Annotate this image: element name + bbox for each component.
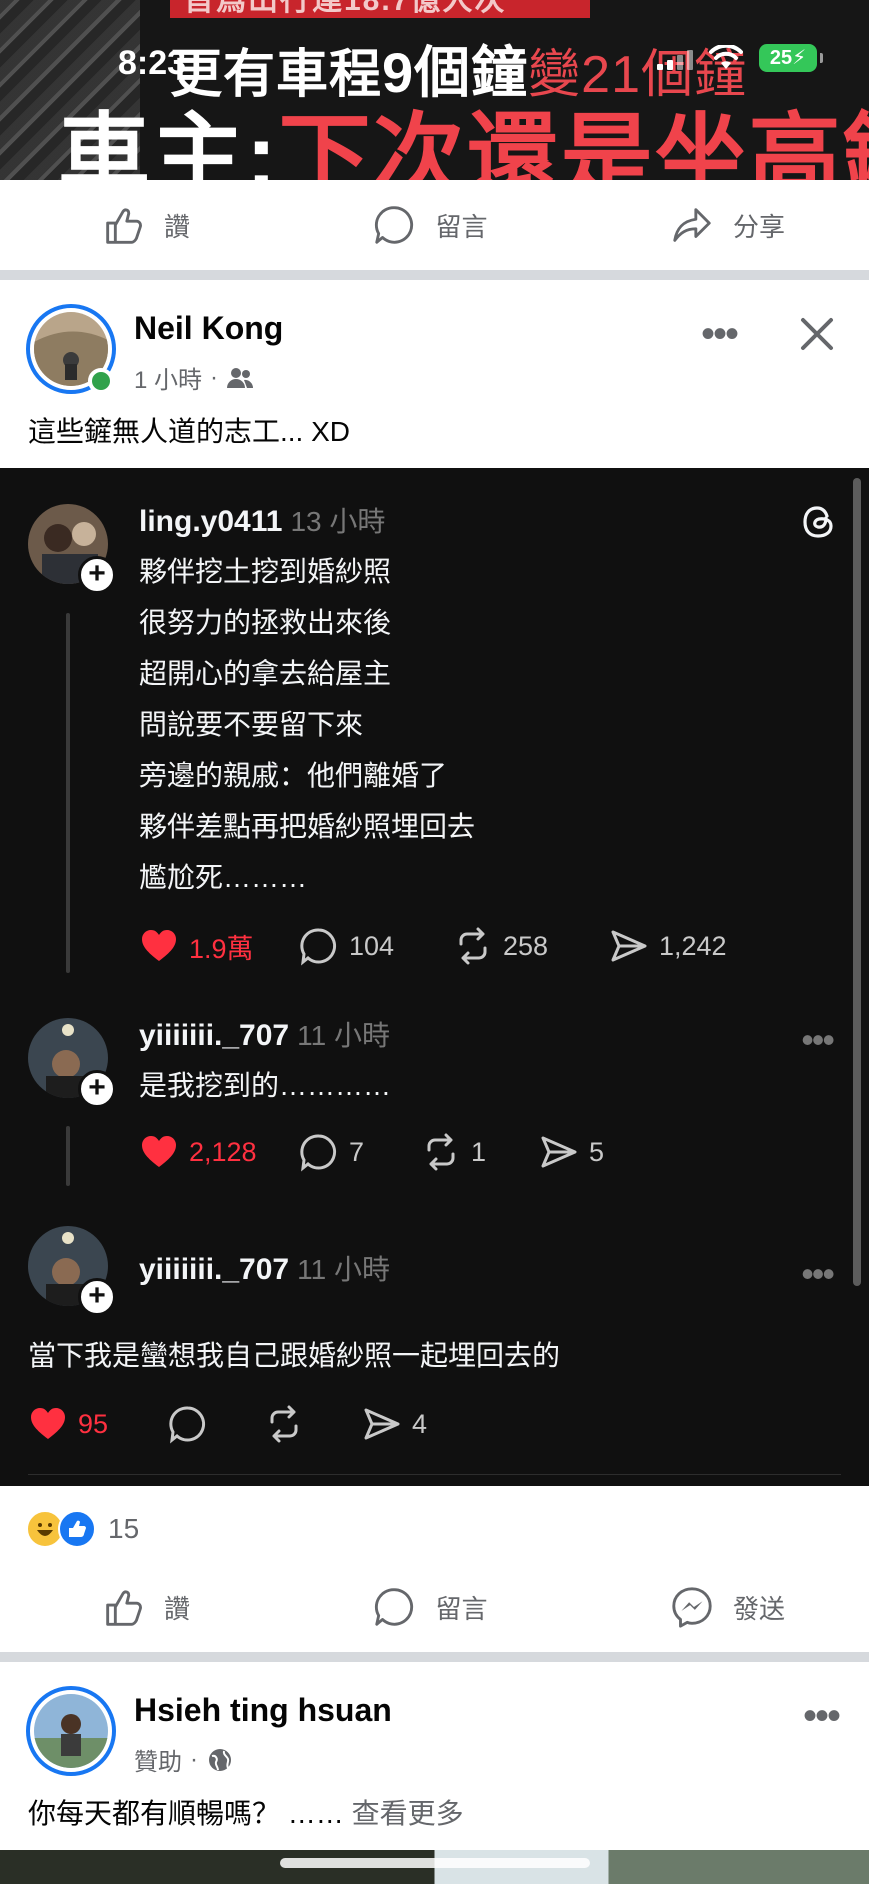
post-caption: 這些鏟無人道的志工... XD (28, 416, 351, 447)
repost-icon (459, 927, 487, 965)
comment-button[interactable]: 留言 (371, 1584, 488, 1630)
status-time: 8:23 (118, 44, 187, 82)
threads-send-button[interactable]: 5 (539, 1132, 604, 1172)
banner-top-strip: 首爲山行達18.7億人次 (170, 0, 590, 18)
threads-reply-text: 是我挖到的………… (139, 1070, 392, 1101)
thumbs-up-icon (106, 1590, 142, 1626)
threads-reply-button[interactable]: 7 (299, 1132, 421, 1172)
post-action-bar: 讚 留言 發送 (0, 1562, 869, 1652)
globe-public-icon (209, 1748, 231, 1771)
send-paper-plane-icon (541, 1136, 577, 1168)
wifi-icon (709, 45, 743, 69)
threads-like-button[interactable]: 95 (28, 1404, 168, 1444)
heart-filled-icon (142, 930, 176, 961)
threads-post-line: 問說要不要留下來 (139, 709, 364, 740)
post-action-bar: 讚 留言 分享 (0, 180, 869, 270)
threads-repost-button[interactable]: 1 (421, 1132, 539, 1172)
post-author-name[interactable]: Hsieh ting hsuan (134, 1692, 392, 1729)
comment-button[interactable]: 留言 (371, 202, 488, 248)
thread-connector-line (66, 1126, 70, 1186)
post-author-name[interactable]: Neil Kong (134, 310, 283, 347)
news-banner-image[interactable]: 首爲山行達18.7億人次 更有車程9個鐘變21個鐘 車主:下次還是坐高鐵 (0, 0, 869, 180)
see-more-link[interactable]: 查看更多 (352, 1798, 464, 1829)
friends-audience-icon (227, 367, 254, 388)
repost-icon (427, 1133, 455, 1171)
feed-divider (0, 1652, 869, 1662)
like-reaction-icon (58, 1510, 96, 1548)
reaction-count: 15 (108, 1513, 140, 1544)
comment-icon (375, 206, 414, 244)
threads-reply-actions: 2,128 7 1 5 (139, 1132, 604, 1172)
threads-username[interactable]: yiiiiiii._707 11 小時 (139, 1014, 390, 1054)
threads-username[interactable]: yiiiiiii._707 11 小時 (139, 1248, 390, 1288)
threads-post-line: 夥伴挖土挖到婚紗照 (139, 556, 392, 587)
comment-icon (375, 1588, 414, 1626)
reactions-summary[interactable]: 15 (26, 1510, 139, 1548)
repost-icon (270, 1405, 298, 1443)
threads-like-button[interactable]: 1.9萬 (139, 926, 263, 966)
post-time[interactable]: 1 小時 (134, 360, 202, 395)
threads-username[interactable]: ling.y0411 13 小時 (139, 500, 385, 540)
reply-bubble-icon (300, 928, 337, 966)
like-button[interactable]: 讚 (100, 1584, 190, 1630)
threads-logo-icon (803, 506, 833, 538)
sponsored-label[interactable]: 贊助 (134, 1742, 182, 1777)
follow-plus-icon[interactable]: + (78, 556, 116, 594)
thumbs-up-icon (106, 208, 142, 244)
heart-filled-icon (31, 1408, 65, 1439)
battery-icon: 25⚡ (759, 44, 823, 72)
follow-plus-icon[interactable]: + (78, 1278, 116, 1316)
threads-post-actions: 1.9萬 104 258 1,242 (139, 926, 727, 966)
post-header: Neil Kong 1 小時 · ••• (0, 304, 869, 404)
threads-screenshot[interactable]: + ling.y0411 13 小時 夥伴挖土挖到婚紗照 很努力的拯救出來後 超開… (0, 468, 869, 1486)
banner-headline: 車主:下次還是坐高鐵 (58, 106, 869, 180)
post-meta: 贊助 · (134, 1742, 234, 1777)
like-button[interactable]: 讚 (100, 202, 190, 248)
threads-repost-button[interactable] (264, 1404, 362, 1444)
home-indicator[interactable] (280, 1858, 590, 1868)
more-options-icon[interactable]: ••• (803, 1696, 841, 1736)
post-caption: 你每天都有順暢嗎？ …… 查看更多 (28, 1798, 464, 1829)
scrollbar[interactable] (853, 478, 861, 1286)
threads-reply-button[interactable]: 104 (299, 926, 453, 966)
more-options-icon[interactable]: ••• (701, 314, 739, 354)
threads-reply-text: 當下我是蠻想我自己跟婚紗照一起埋回去的 (28, 1340, 561, 1371)
share-arrow-icon (673, 208, 711, 242)
reply-bubble-icon (300, 1134, 337, 1172)
messenger-icon (672, 1587, 712, 1628)
threads-reply-button[interactable] (168, 1404, 264, 1444)
threads-send-button[interactable]: 1,242 (609, 926, 727, 966)
threads-post-line: 超開心的拿去給屋主 (139, 658, 392, 689)
send-paper-plane-icon (611, 930, 647, 962)
threads-like-button[interactable]: 2,128 (139, 1132, 263, 1172)
close-icon[interactable] (795, 312, 839, 356)
online-status-dot (88, 368, 114, 394)
author-avatar[interactable] (26, 1686, 116, 1776)
share-button[interactable]: 分享 (669, 202, 785, 248)
threads-post-line: 尷尬死……… (139, 862, 308, 893)
follow-plus-icon[interactable]: + (78, 1070, 116, 1108)
send-messenger-button[interactable]: 發送 (669, 1584, 785, 1630)
threads-post-line: 夥伴差點再把婚紗照埋回去 (139, 811, 476, 842)
cellular-signal-icon (657, 46, 693, 70)
threads-repost-button[interactable]: 258 (453, 926, 609, 966)
reply-more-options-icon[interactable]: ••• (801, 1256, 835, 1292)
feed-divider (0, 270, 869, 280)
reply-bubble-icon (169, 1406, 206, 1444)
send-paper-plane-icon (364, 1408, 400, 1440)
threads-reply-actions: 95 4 (28, 1404, 427, 1444)
post-header: Hsieh ting hsuan 贊助 · ••• (0, 1686, 869, 1786)
heart-filled-icon (142, 1136, 176, 1167)
reply-more-options-icon[interactable]: ••• (801, 1022, 835, 1058)
threads-post-line: 很努力的拯救出來後 (139, 607, 392, 638)
post-meta: 1 小時 · (134, 360, 254, 395)
threads-separator (28, 1474, 841, 1475)
thread-connector-line (66, 613, 70, 973)
status-icons: 25⚡ (657, 44, 823, 72)
threads-send-button[interactable]: 4 (362, 1404, 427, 1444)
threads-post-line: 旁邊的親戚：他們離婚了 (139, 760, 448, 791)
